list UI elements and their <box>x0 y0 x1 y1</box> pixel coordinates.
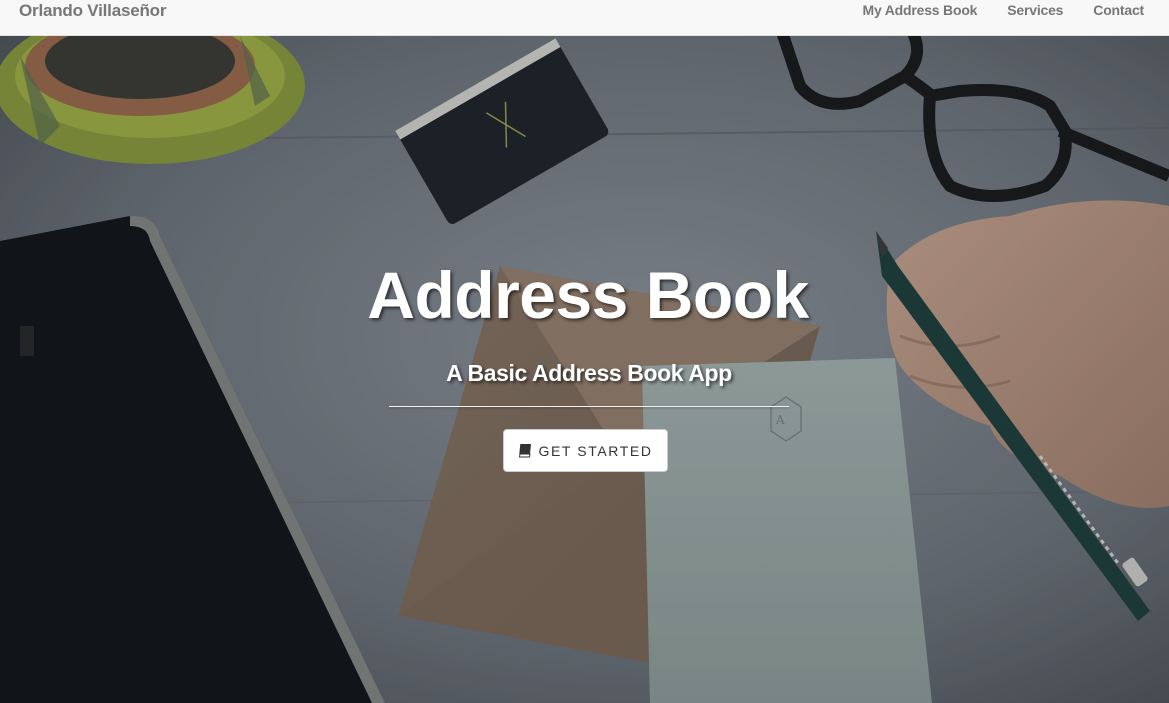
nav-link-contact[interactable]: Contact <box>1093 2 1144 18</box>
hero-title: Address Book <box>367 258 809 332</box>
nav-link-services[interactable]: Services <box>1007 2 1063 18</box>
page: Orlando Villaseñor My Address Book Servi… <box>0 0 1169 703</box>
top-navbar: Orlando Villaseñor My Address Book Servi… <box>0 0 1169 36</box>
hero-divider <box>389 406 789 407</box>
book-icon <box>518 443 533 458</box>
nav-links: My Address Book Services Contact <box>863 2 1145 18</box>
brand-link[interactable]: Orlando Villaseñor <box>19 1 166 21</box>
nav-link-my-address-book[interactable]: My Address Book <box>863 2 978 18</box>
get-started-button[interactable]: GET STARTED <box>503 429 668 472</box>
get-started-label: GET STARTED <box>538 442 653 459</box>
hero-subtitle: A Basic Address Book App <box>446 360 732 386</box>
